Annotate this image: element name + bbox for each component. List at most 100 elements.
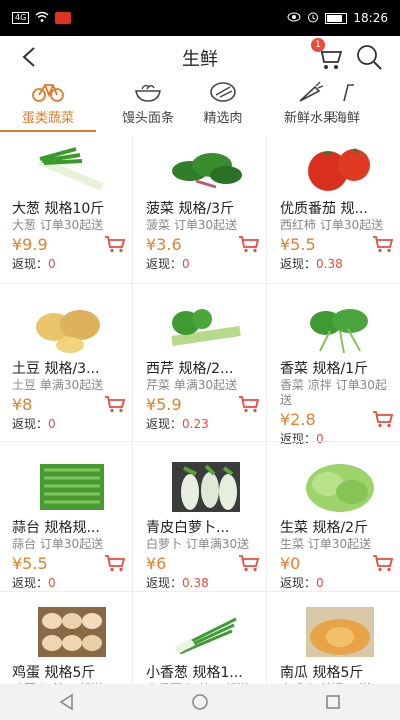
product-name[interactable]: 生菜 规格/2斤 [280, 517, 390, 537]
product-name[interactable]: 土豆 规格/3... [12, 358, 122, 378]
product-name[interactable]: 大葱 规格10斤 [12, 198, 122, 218]
product-name[interactable]: 优质番茄 规... [280, 198, 390, 218]
product-image-green-onion[interactable] [162, 604, 250, 660]
recent-square-icon[interactable] [324, 693, 342, 711]
rebate-value: 0.23 [182, 417, 209, 431]
card-separator [0, 283, 132, 284]
noodle-bowl-icon [135, 84, 161, 102]
cart-icon [239, 555, 260, 572]
product-image-tomato[interactable] [296, 140, 384, 196]
back-triangle-icon[interactable] [58, 693, 76, 711]
product-image-lettuce[interactable] [296, 459, 384, 515]
wifi-icon [35, 11, 49, 26]
product-card[interactable]: 西芹 规格/2... 芹菜 单满30起送 ¥5.9 返现：0.23 [134, 300, 266, 450]
rebate-label: 返现： [280, 432, 317, 446]
product-card[interactable]: 菠菜 规格/3斤 菠菜 订单30起送 ¥3.6 返现：0 [134, 140, 266, 290]
tab-label: 蛋类蔬菜 [21, 111, 74, 126]
rebate-row: 返现：0 [12, 573, 122, 593]
tab-seafood[interactable]: 海鲜 [334, 80, 400, 132]
add-to-cart-button[interactable] [372, 554, 394, 572]
rebate-value: 0.38 [182, 576, 209, 590]
rebate-value: 0 [316, 576, 324, 590]
back-button[interactable] [14, 42, 44, 72]
product-name[interactable]: 鸡蛋 规格5斤 [12, 662, 122, 682]
cart-icon [239, 396, 260, 413]
product-description: 芹菜 单满30起送 [146, 378, 238, 392]
product-name[interactable]: 菠菜 规格/3斤 [146, 198, 256, 218]
product-image-egg[interactable] [28, 604, 116, 660]
bicycle-icon [32, 84, 64, 102]
network-indicator: 4G [12, 12, 30, 24]
product-name[interactable]: 香菜 规格/1斤 [280, 358, 390, 378]
active-tab-indicator [0, 130, 96, 132]
tab-eggs-vegetables[interactable]: 蛋类蔬菜 [0, 80, 96, 132]
product-description: 生菜 订单30起送 [280, 537, 372, 551]
product-description: 大葱 订单30起送 [12, 218, 104, 232]
product-image-coriander[interactable] [296, 300, 384, 356]
product-image-pumpkin[interactable] [296, 604, 384, 660]
rebate-value: 0 [48, 257, 56, 271]
cart-icon [373, 555, 394, 572]
add-to-cart-button[interactable] [238, 554, 260, 572]
product-name[interactable]: 蒜台 规格规... [12, 517, 122, 537]
add-to-cart-button[interactable] [238, 395, 260, 413]
card-separator [268, 591, 400, 592]
cart-icon [105, 396, 126, 413]
card-separator [134, 283, 266, 284]
page-title: 生鲜 [182, 49, 218, 70]
product-image-potato[interactable] [28, 300, 116, 356]
tab-label: 馒头面条 [121, 111, 174, 126]
rebate-row: 返现：0 [12, 254, 122, 274]
cart-button[interactable]: 1 [311, 38, 344, 72]
cart-icon [373, 411, 394, 428]
product-card[interactable]: 蒜台 规格规... 蒜台 订单30起送 ¥5.5 返现：0 [0, 459, 132, 609]
seafood-icon [343, 84, 354, 102]
cart-icon [105, 236, 126, 253]
cart-icon [373, 236, 394, 253]
rebate-row: 返现：0 [146, 254, 256, 274]
product-card[interactable]: 大葱 规格10斤 大葱 订单30起送 ¥9.9 返现：0 [0, 140, 132, 290]
system-nav-bar [0, 684, 400, 720]
app-header: 生鲜 1 [0, 36, 400, 80]
rebate-value: 0 [48, 417, 56, 431]
product-description: 白萝卜 订单满30送 [146, 537, 250, 551]
product-image-spinach[interactable] [162, 140, 250, 196]
product-card[interactable]: 小香葱 规格1...小香葱 订单30起送 [134, 604, 266, 684]
product-card[interactable]: 土豆 规格/3... 土豆 单满30起送 ¥8 返现：0 [0, 300, 132, 450]
add-to-cart-button[interactable] [372, 235, 394, 253]
add-to-cart-button[interactable] [238, 235, 260, 253]
product-image-celery[interactable] [162, 300, 250, 356]
cart-icon [105, 555, 126, 572]
product-name[interactable]: 小香葱 规格1... [146, 662, 256, 682]
product-card[interactable]: 香菜 规格/1斤 香菜 凉拌 订单30起送 ¥2.8 返现：0 [268, 300, 400, 450]
product-card[interactable]: 优质番茄 规... 西红柿 订单30起送 ¥5.5 返现：0.38 [268, 140, 400, 290]
product-image-scallion[interactable] [28, 140, 116, 196]
rebate-label: 返现： [146, 576, 183, 590]
status-bar: 4G 18:26 [0, 0, 400, 36]
product-name[interactable]: 南瓜 规格5斤 [280, 662, 390, 682]
home-circle-icon[interactable] [191, 693, 209, 711]
product-card[interactable]: 鸡蛋 规格5斤鸡蛋 订单30起送 [0, 604, 132, 684]
product-name[interactable]: 青皮白萝卜... [146, 517, 256, 537]
product-card[interactable]: 生菜 规格/2斤 生菜 订单30起送 ¥0 返现：0 [268, 459, 400, 609]
product-name[interactable]: 西芹 规格/2... [146, 358, 256, 378]
cart-icon [239, 236, 260, 253]
carrot-icon [299, 81, 324, 102]
rebate-row: 返现：0 [12, 414, 122, 434]
add-to-cart-button[interactable] [372, 410, 394, 428]
product-image-garlic-stem[interactable] [28, 459, 116, 515]
product-card[interactable]: 青皮白萝卜... 白萝卜 订单满30送 ¥6 返现：0.38 [134, 459, 266, 609]
add-to-cart-button[interactable] [104, 235, 126, 253]
product-description: 香菜 凉拌 订单30起送 [280, 378, 387, 407]
tab-meat[interactable]: 精选肉 [175, 80, 271, 132]
rebate-label: 返现： [146, 257, 183, 271]
add-to-cart-button[interactable] [104, 395, 126, 413]
tab-label: 精选肉 [203, 111, 243, 126]
product-image-radish[interactable] [162, 459, 250, 515]
add-to-cart-button[interactable] [104, 554, 126, 572]
rebate-label: 返现： [280, 257, 317, 271]
rebate-label: 返现： [12, 576, 49, 590]
product-card[interactable]: 南瓜 规格5斤南瓜 订单满30送 [268, 604, 400, 684]
card-separator [134, 441, 266, 442]
search-button[interactable] [354, 42, 384, 72]
